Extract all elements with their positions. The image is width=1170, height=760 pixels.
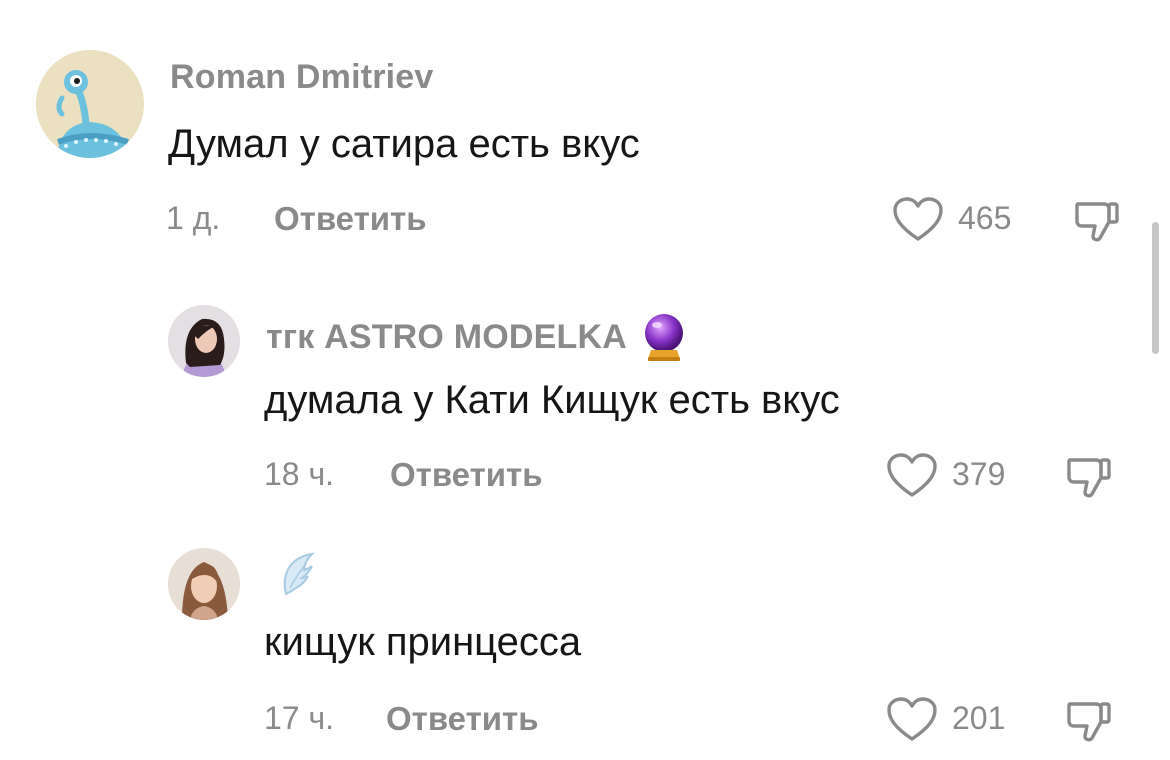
comment-timestamp: 17 ч. bbox=[264, 700, 335, 736]
avatar[interactable] bbox=[36, 50, 144, 158]
comment-text: Думал у сатира есть вкус bbox=[168, 122, 640, 166]
like-count: 201 bbox=[952, 700, 1006, 736]
crystal-ball-icon bbox=[645, 314, 683, 361]
heart-icon[interactable] bbox=[892, 196, 944, 242]
comment-timestamp: 1 д. bbox=[166, 200, 221, 236]
username-label: Roman Dmitriev bbox=[170, 58, 434, 96]
comment-username[interactable]: Roman Dmitriev bbox=[170, 58, 434, 97]
comment-username[interactable] bbox=[266, 552, 316, 598]
dislike-icon[interactable] bbox=[1074, 196, 1120, 244]
alien-avatar-icon bbox=[36, 50, 144, 158]
reply-button[interactable]: Ответить bbox=[274, 200, 427, 238]
dislike-icon[interactable] bbox=[1066, 452, 1112, 500]
comment-timestamp: 18 ч. bbox=[264, 456, 335, 492]
heart-icon[interactable] bbox=[886, 696, 938, 742]
like-count: 465 bbox=[958, 200, 1012, 236]
wing-icon bbox=[283, 552, 315, 596]
reply-button[interactable]: Ответить bbox=[386, 700, 539, 738]
girl-photo-avatar-2 bbox=[168, 548, 240, 620]
reply-button[interactable]: Ответить bbox=[390, 456, 543, 494]
dislike-icon[interactable] bbox=[1066, 696, 1112, 744]
comment-text: кищук принцесса bbox=[264, 620, 582, 664]
avatar[interactable] bbox=[168, 305, 240, 377]
like-count: 379 bbox=[952, 456, 1006, 492]
heart-icon[interactable] bbox=[886, 452, 938, 498]
comment-text: думала у Кати Кищук есть вкус bbox=[264, 378, 840, 422]
avatar[interactable] bbox=[168, 548, 240, 620]
username-label: тгк ASTRO MODELKA bbox=[266, 317, 627, 356]
scrollbar[interactable] bbox=[1152, 222, 1159, 354]
girl-photo-avatar bbox=[168, 305, 240, 377]
comment-username[interactable]: тгк ASTRO MODELKA bbox=[266, 312, 687, 362]
